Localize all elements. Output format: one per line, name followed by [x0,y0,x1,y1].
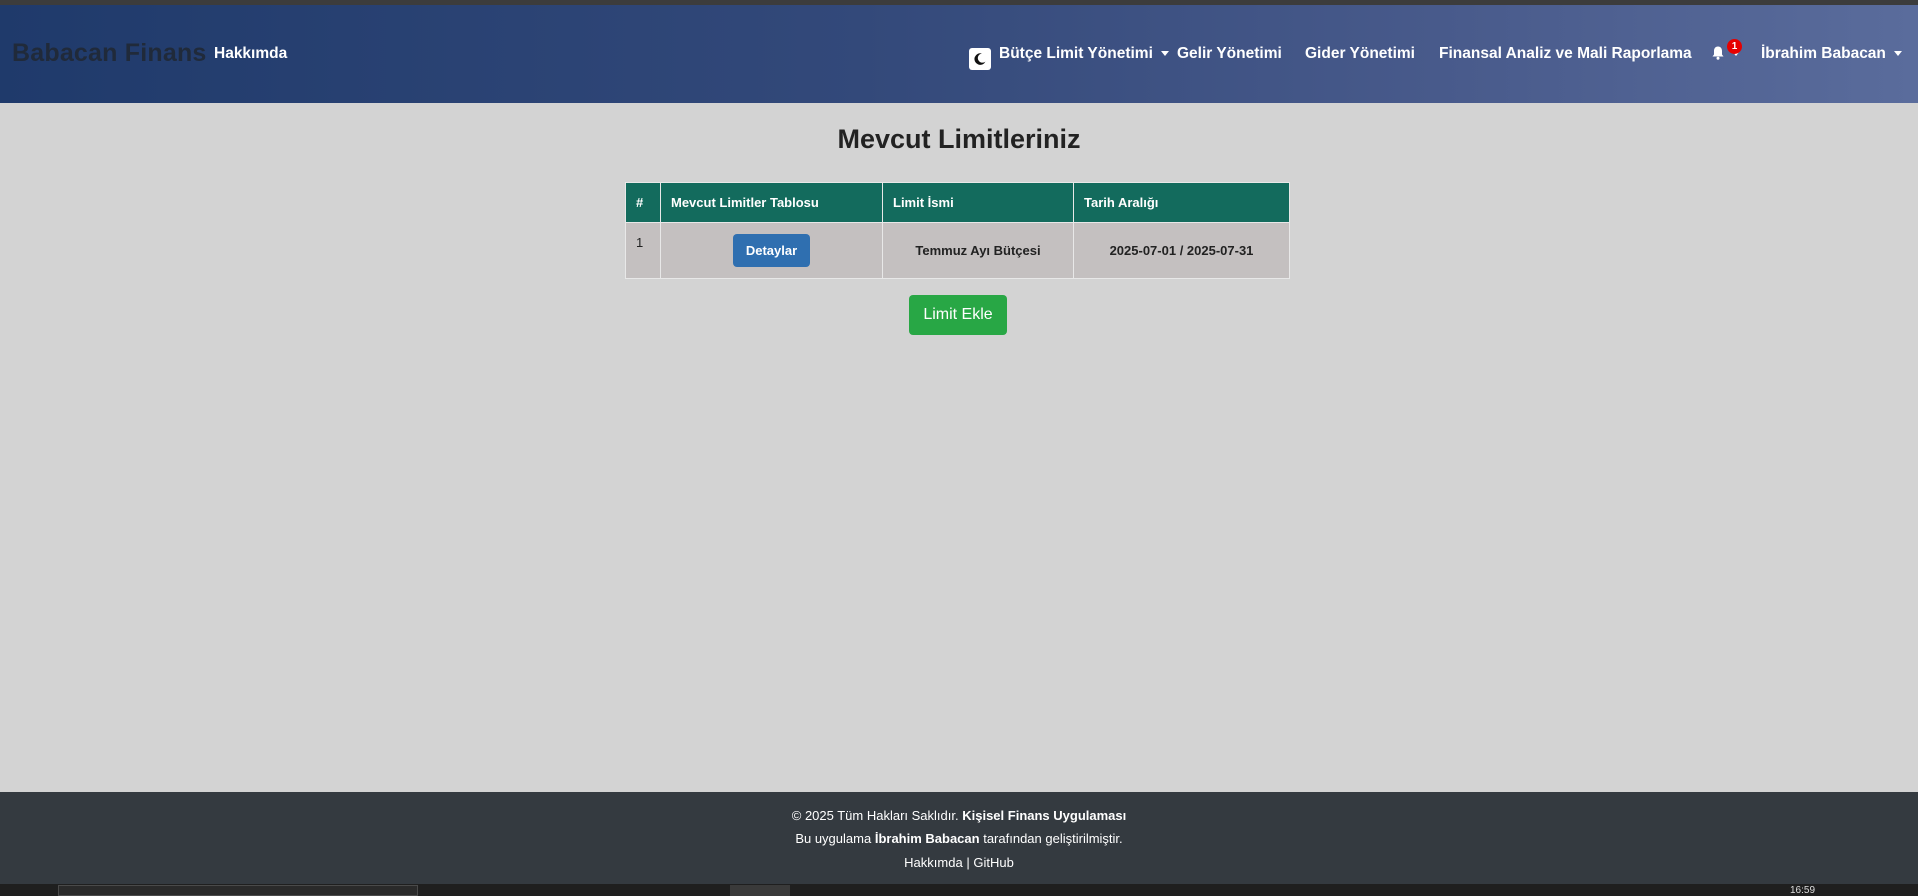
footer-about-link[interactable]: Hakkımda [904,855,963,870]
column-header: Limit İsmi [882,182,1074,223]
moon-icon [974,53,986,65]
page-title: Mevcut Limitleriniz [837,124,1081,154]
column-header: Mevcut Limitler Tablosu [660,182,883,223]
limit-name-cell: Temmuz Ayı Bütçesi [882,222,1074,279]
user-menu-dropdown[interactable]: İbrahim Babacan [1761,45,1902,63]
footer-credit-line: Bu uygulama İbrahim Babacan tarafından g… [0,831,1918,846]
theme-toggle-button[interactable] [969,48,991,70]
details-button[interactable]: Detaylar [732,234,811,267]
footer-github-link[interactable]: GitHub [973,855,1013,870]
nav-about[interactable]: Hakkımda [214,45,287,63]
add-limit-button[interactable]: Limit Ekle [909,295,1007,335]
footer-copyright-line: © 2025 Tüm Hakları Saklıdır. Kişisel Fin… [0,808,1918,823]
date-range-cell: 2025-07-01 / 2025-07-31 [1073,222,1290,279]
footer-links: Hakkımda | GitHub [0,855,1918,870]
footer-author: İbrahim Babacan [874,831,980,846]
row-number: 1 [625,222,661,279]
limits-table: # Mevcut Limitler Tablosu Limit İsmi Tar… [625,182,1290,279]
bell-icon [1712,46,1724,60]
nav-income[interactable]: Gelir Yönetimi [1177,45,1282,63]
footer-separator: | [966,855,970,870]
navbar: Babacan Finans Hakkımda Bütçe Limit Yöne… [0,5,1918,103]
column-header: Tarih Aralığı [1073,182,1290,223]
chevron-down-icon [1160,51,1169,57]
footer-built-prefix: Bu uygulama [795,831,872,846]
taskbar-clock: 16:59 [1790,885,1816,896]
row-action-cell: Detaylar [660,222,883,279]
taskbar-active-app[interactable] [730,885,790,896]
brand-logo[interactable]: Babacan Finans [12,39,207,68]
taskbar-search-box[interactable] [58,885,418,896]
nav-budget-limit-label: Bütçe Limit Yönetimi [999,45,1153,62]
user-name: İbrahim Babacan [1761,45,1886,62]
footer-app-name: Kişisel Finans Uygulaması [962,808,1127,823]
column-header: # [625,182,661,223]
nav-budget-limit-dropdown[interactable]: Bütçe Limit Yönetimi [999,45,1169,63]
footer-copyright: © 2025 Tüm Hakları Saklıdır. [791,808,959,823]
table-header-row: # Mevcut Limitler Tablosu Limit İsmi Tar… [625,182,1290,223]
nav-financial-analysis[interactable]: Finansal Analiz ve Mali Raporlama [1439,45,1692,63]
chevron-down-icon [1893,51,1902,57]
footer-built-suffix: tarafından geliştirilmiştir. [983,831,1123,846]
table-row: 1 Detaylar Temmuz Ayı Bütçesi 2025-07-01… [625,222,1290,279]
footer: © 2025 Tüm Hakları Saklıdır. Kişisel Fin… [0,792,1918,884]
notification-badge: 1 [1727,39,1742,54]
nav-expense[interactable]: Gider Yönetimi [1305,45,1415,63]
